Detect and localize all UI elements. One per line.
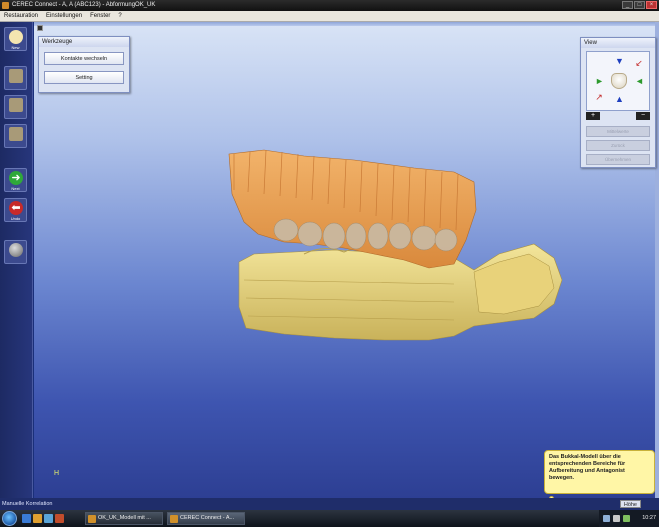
menu-bar: Restauration Einstellungen Fenster ? bbox=[0, 11, 659, 22]
volume-icon[interactable] bbox=[613, 515, 620, 522]
arrow-left-icon[interactable]: ► bbox=[595, 77, 604, 86]
title-bar: CEREC Connect - A, A (ABC123) - Abformun… bbox=[0, 0, 659, 11]
kontakte-wechseln-button[interactable]: Kontakte wechseln bbox=[44, 52, 124, 65]
app-icon bbox=[170, 515, 178, 523]
werkzeuge-panel: Werkzeuge Kontakte wechseln Setting bbox=[38, 36, 130, 93]
tool-button-2[interactable] bbox=[4, 95, 27, 119]
app-icon bbox=[2, 2, 9, 9]
hint-tooltip: Das Bukkal-Modell über die entsprechende… bbox=[544, 450, 655, 494]
taskbar: OK_UK_Modell mit ... CEREC Connect - A..… bbox=[0, 510, 659, 527]
quicklaunch-icon-3[interactable] bbox=[44, 514, 53, 523]
hoehe-field[interactable]: Höhe bbox=[619, 500, 641, 508]
left-toolbar: New ➜ Next ⬅ Undo bbox=[0, 22, 33, 498]
system-tray: 10:27 bbox=[599, 510, 659, 527]
view-button-2[interactable]: Zurück bbox=[586, 140, 650, 151]
quicklaunch-icon-1[interactable] bbox=[22, 514, 31, 523]
rotate-right-icon[interactable]: ↙ bbox=[635, 59, 643, 68]
zoom-in-button[interactable]: + bbox=[586, 112, 600, 120]
view-panel: View ▼ ▲ ► ◄ ↙ ↗ + − Mittelwerte Zurück … bbox=[580, 37, 656, 168]
start-button[interactable] bbox=[2, 511, 17, 526]
next-button[interactable]: ➜ Next bbox=[4, 168, 27, 192]
arrow-up-icon[interactable]: ▼ bbox=[615, 57, 624, 66]
model-icon bbox=[9, 127, 23, 141]
minimize-button[interactable]: _ bbox=[622, 1, 633, 9]
axis-marker: H bbox=[54, 470, 60, 477]
new-button[interactable]: New bbox=[4, 27, 27, 51]
arrow-down-icon[interactable]: ▲ bbox=[615, 95, 624, 104]
arrow-right-icon[interactable]: ◄ bbox=[635, 77, 644, 86]
3d-viewport[interactable] bbox=[34, 22, 659, 498]
tooth-icon bbox=[9, 30, 23, 44]
close-button[interactable]: × bbox=[646, 1, 657, 9]
quicklaunch-icon-4[interactable] bbox=[55, 514, 64, 523]
menu-fenster[interactable]: Fenster bbox=[86, 11, 114, 21]
tooth-icon bbox=[611, 73, 627, 89]
zoom-out-button[interactable]: − bbox=[636, 112, 650, 120]
undo-button[interactable]: ⬅ Undo bbox=[4, 198, 27, 222]
tool-button-1[interactable] bbox=[4, 66, 27, 90]
status-bar: Manuelle Korrelation Höhe bbox=[0, 498, 659, 510]
view-orientation-control[interactable]: ▼ ▲ ► ◄ ↙ ↗ bbox=[586, 51, 650, 111]
quicklaunch-icon-2[interactable] bbox=[33, 514, 42, 523]
status-text: Manuelle Korrelation bbox=[2, 501, 53, 507]
arrow-right-icon: ➜ bbox=[9, 171, 23, 185]
zoom-controls: + − bbox=[586, 112, 650, 120]
taskbar-item-cerec[interactable]: CEREC Connect - A... bbox=[167, 512, 245, 525]
tool-button-3[interactable] bbox=[4, 124, 27, 148]
werkzeuge-title: Werkzeuge bbox=[39, 37, 129, 47]
window-title: CEREC Connect - A, A (ABC123) - Abformun… bbox=[12, 2, 156, 8]
app-icon bbox=[88, 515, 96, 523]
menu-einstellungen[interactable]: Einstellungen bbox=[42, 11, 86, 21]
view-button-3[interactable]: Übernehmen bbox=[586, 154, 650, 165]
tray-icon[interactable] bbox=[623, 515, 630, 522]
sphere-icon bbox=[9, 243, 23, 257]
network-icon[interactable] bbox=[603, 515, 610, 522]
upper-jaw-model[interactable] bbox=[228, 149, 477, 269]
window-controls: _ □ × bbox=[622, 1, 657, 9]
view-button-1[interactable]: Mittelwerte bbox=[586, 126, 650, 137]
dental-model-render[interactable] bbox=[34, 22, 659, 498]
setting-button[interactable]: Setting bbox=[44, 71, 124, 84]
maximize-button[interactable]: □ bbox=[634, 1, 645, 9]
menu-restauration[interactable]: Restauration bbox=[0, 11, 42, 21]
view-title: View bbox=[581, 38, 655, 48]
sphere-button[interactable] bbox=[4, 240, 27, 264]
model-icon bbox=[9, 69, 23, 83]
clock[interactable]: 10:27 bbox=[642, 510, 656, 527]
model-icon bbox=[9, 98, 23, 112]
menu-help[interactable]: ? bbox=[114, 11, 125, 21]
rotate-left-icon[interactable]: ↗ bbox=[595, 93, 603, 102]
taskbar-item-modell[interactable]: OK_UK_Modell mit ... bbox=[85, 512, 163, 525]
arrow-left-icon: ⬅ bbox=[9, 201, 23, 215]
